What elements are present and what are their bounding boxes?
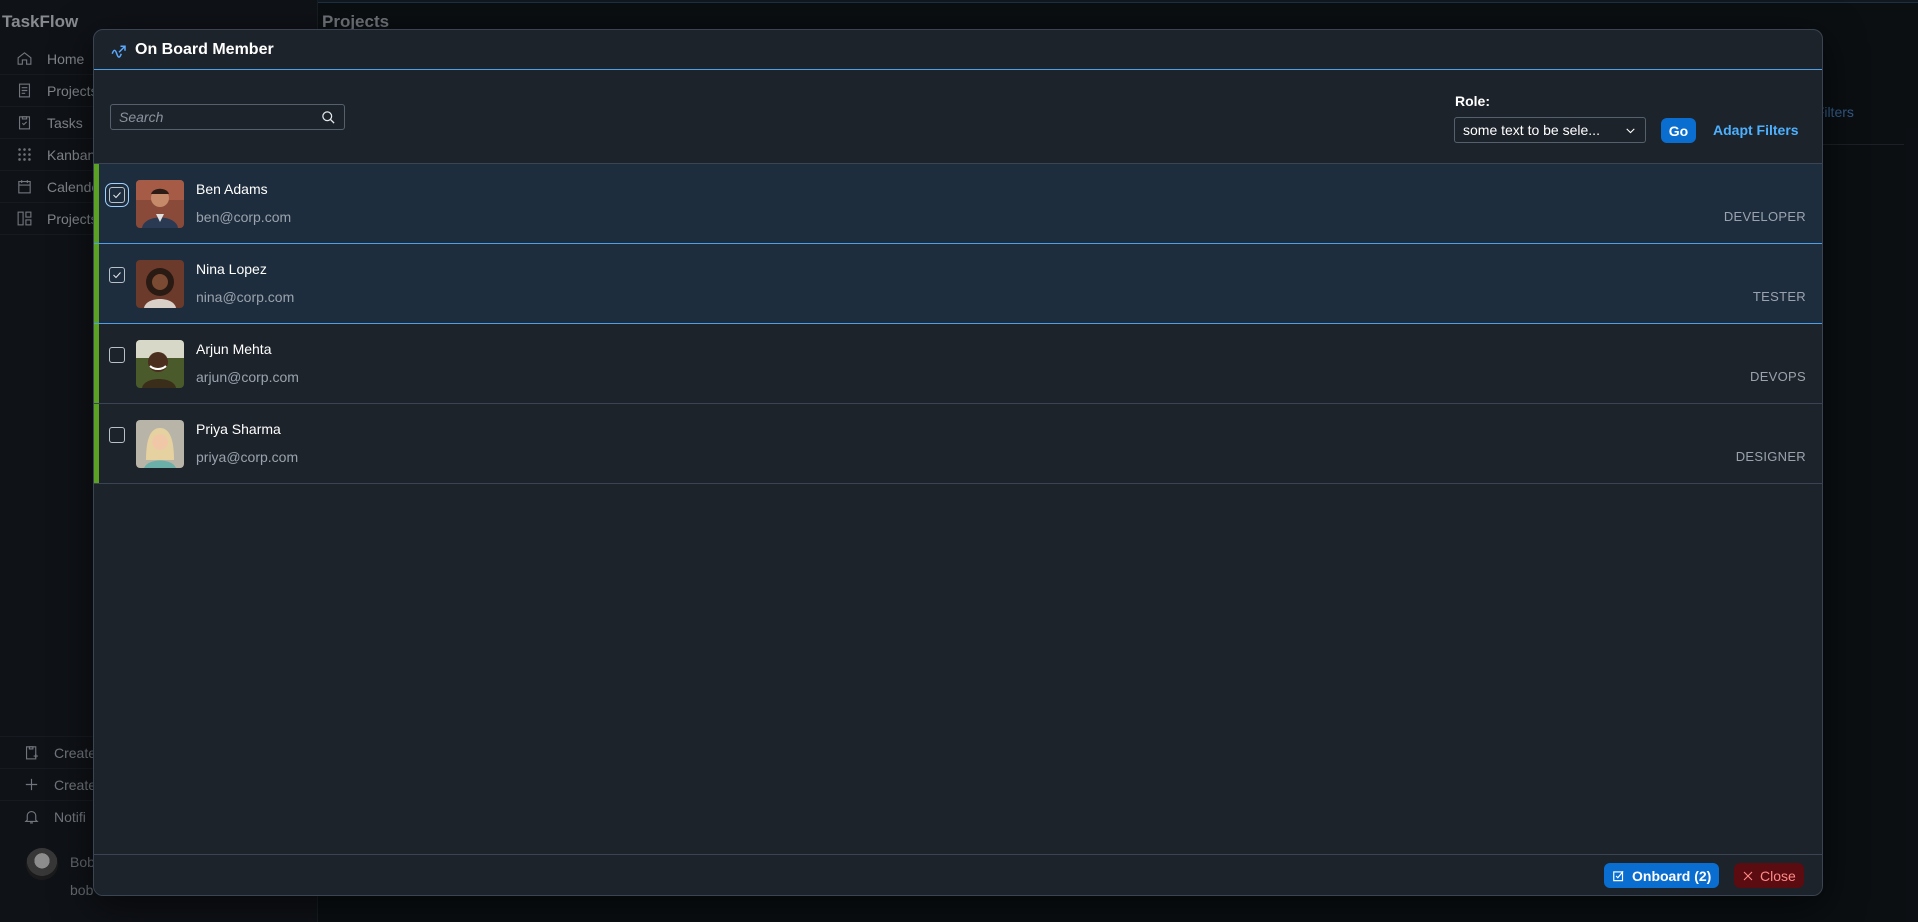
avatar: [136, 180, 184, 228]
member-email: priya@corp.com: [196, 449, 299, 465]
member-name: Priya Sharma: [196, 421, 281, 437]
member-name: Ben Adams: [196, 181, 268, 197]
member-email: arjun@corp.com: [196, 369, 299, 385]
checkmark-icon: [113, 272, 121, 279]
avatar: [136, 340, 184, 388]
row-checkbox[interactable]: [109, 427, 125, 443]
dialog-header: On Board Member: [94, 30, 1822, 70]
row-checkbox[interactable]: [109, 347, 125, 363]
row-highlight: [94, 404, 99, 483]
row-checkbox[interactable]: [105, 183, 129, 207]
close-button[interactable]: Close: [1734, 863, 1804, 888]
member-list: Ben Adams ben@corp.com DEVELOPER Nina Lo…: [94, 164, 1822, 484]
member-email: ben@corp.com: [196, 209, 292, 225]
filter-toolbar: Role: some text to be sele... Go Adapt F…: [94, 70, 1822, 164]
onboard-icon: [111, 45, 126, 58]
list-item[interactable]: Arjun Mehta arjun@corp.com DEVOPS: [94, 324, 1822, 404]
list-item[interactable]: Nina Lopez nina@corp.com TESTER: [94, 244, 1822, 324]
checkbox-icon: [1613, 870, 1624, 881]
row-highlight: [94, 244, 99, 323]
onboard-button-label: Onboard (2): [1632, 867, 1712, 884]
list-item[interactable]: Ben Adams ben@corp.com DEVELOPER: [94, 164, 1822, 244]
row-highlight: [94, 324, 99, 403]
onboard-button[interactable]: Onboard (2): [1604, 863, 1720, 888]
dialog-footer: Onboard (2) Close: [94, 854, 1822, 895]
role-label: Role:: [1455, 93, 1490, 109]
member-role: DEVELOPER: [1723, 209, 1806, 224]
close-icon: [1743, 871, 1753, 880]
close-button-label: Close: [1760, 867, 1796, 884]
list-item[interactable]: Priya Sharma priya@corp.com DESIGNER: [94, 404, 1822, 484]
checkmark-icon: [113, 192, 121, 199]
search-icon[interactable]: [321, 110, 336, 125]
search-input[interactable]: [119, 109, 321, 125]
adapt-filters-button[interactable]: Adapt Filters: [1713, 122, 1799, 138]
search-field[interactable]: [110, 104, 345, 130]
chevron-down-icon: [1626, 127, 1635, 133]
member-role: DESIGNER: [1735, 449, 1806, 464]
avatar: [136, 420, 184, 468]
onboard-member-dialog: On Board Member Role: some text to be se…: [93, 29, 1823, 896]
member-email: nina@corp.com: [196, 289, 295, 305]
role-select-value: some text to be sele...: [1463, 122, 1600, 138]
row-highlight: [94, 164, 99, 243]
member-name: Arjun Mehta: [196, 341, 272, 357]
go-button[interactable]: Go: [1661, 118, 1696, 143]
row-checkbox[interactable]: [109, 267, 125, 283]
member-role: DEVOPS: [1750, 369, 1806, 384]
member-role: TESTER: [1752, 289, 1806, 304]
role-select[interactable]: some text to be sele...: [1454, 117, 1646, 143]
dialog-title: On Board Member: [135, 40, 274, 58]
member-name: Nina Lopez: [196, 261, 267, 277]
avatar: [136, 260, 184, 308]
